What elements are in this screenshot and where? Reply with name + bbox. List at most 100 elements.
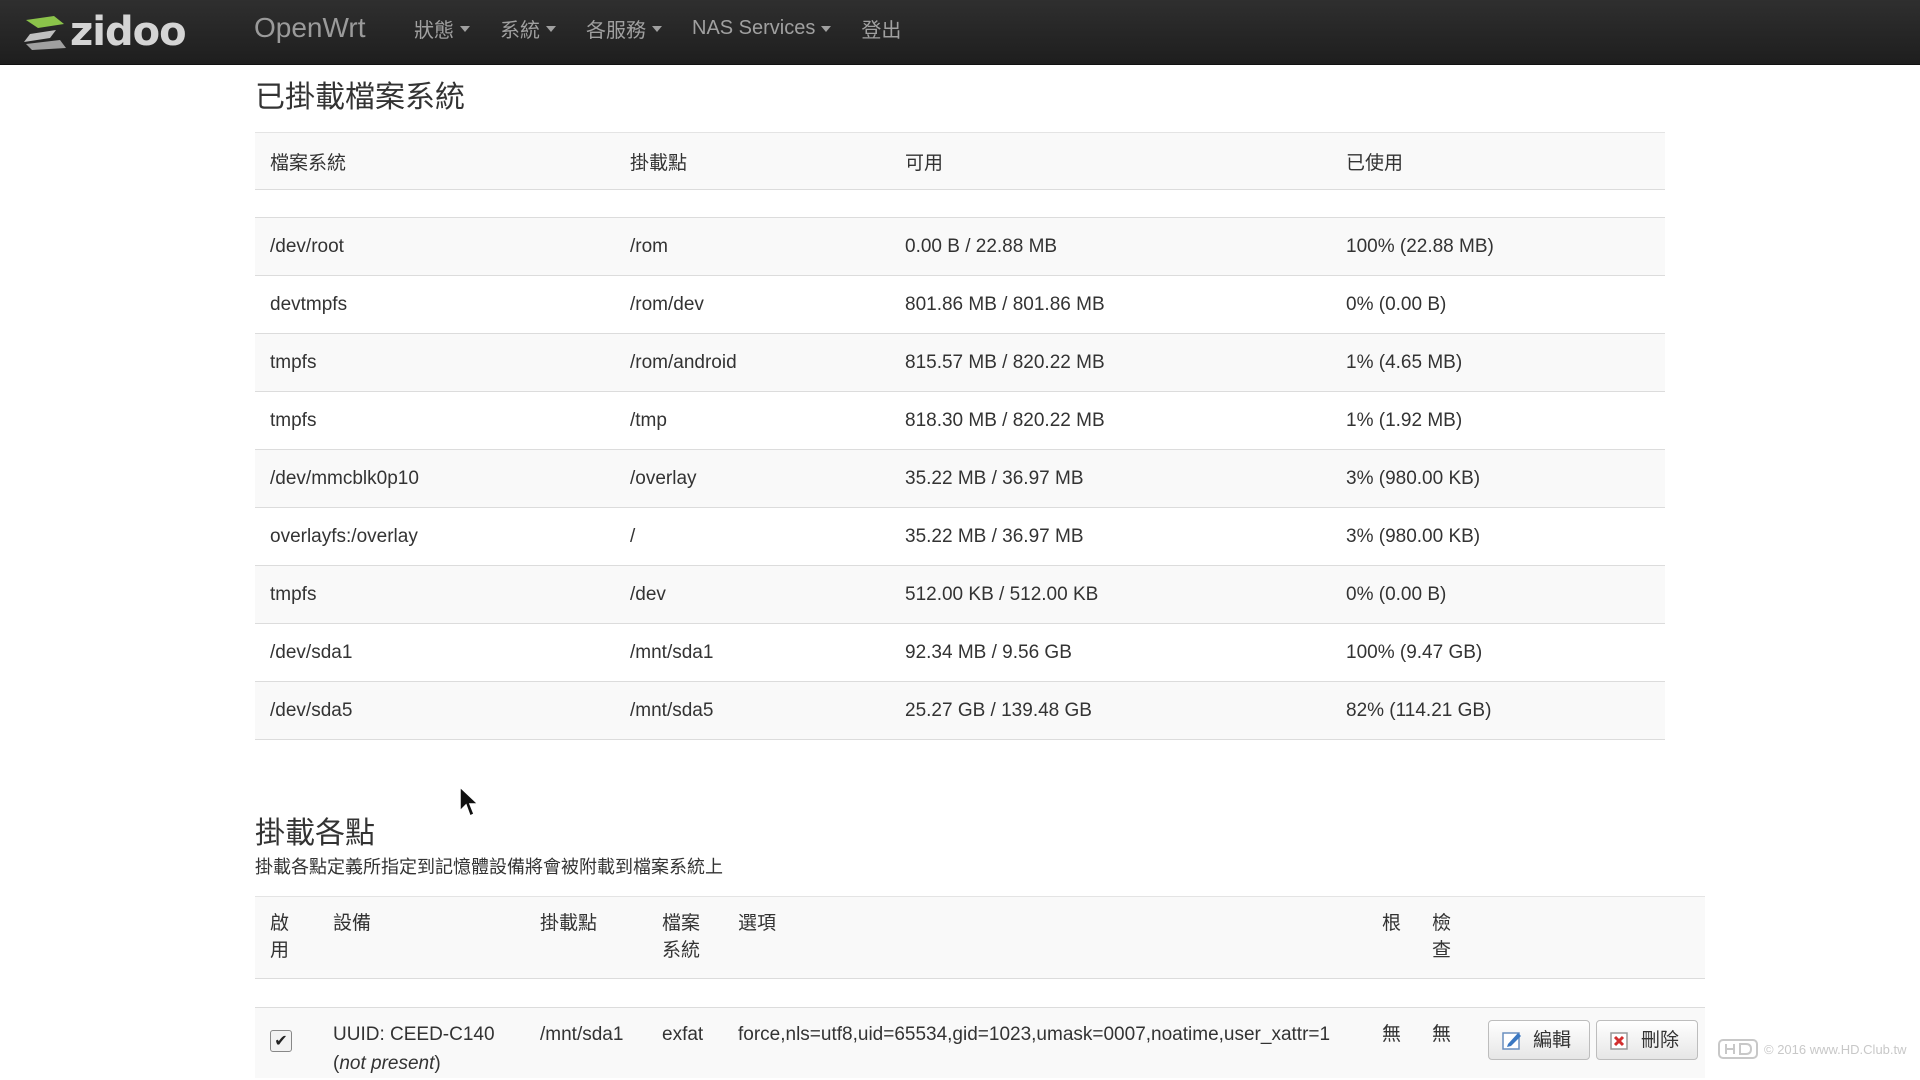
cell-filesystem: tmpfs bbox=[255, 391, 615, 450]
table-row: tmpfs/tmp 818.30 MB / 820.22 MB 1% (1.92 M… bbox=[255, 391, 1665, 450]
brand-name[interactable]: OpenWrt bbox=[254, 0, 366, 56]
cell-used: 3% (980.00 KB) bbox=[1331, 507, 1665, 566]
device-status-note: not present bbox=[339, 1053, 435, 1074]
cell-available: 35.22 MB / 36.97 MB bbox=[890, 507, 1331, 566]
main-menu: 狀態 系統 各服務 NAS Services 登出 bbox=[414, 0, 931, 56]
table-spacer bbox=[255, 978, 1705, 1008]
col-device: 設備 bbox=[318, 896, 525, 979]
cell-check: 無 bbox=[1417, 1007, 1468, 1078]
cell-mountpoint: /mnt/sda1 bbox=[615, 623, 890, 682]
cell-available: 35.22 MB / 36.97 MB bbox=[890, 449, 1331, 508]
edit-button[interactable]: 編輯 bbox=[1488, 1020, 1591, 1060]
cell-used: 0% (0.00 B) bbox=[1331, 565, 1665, 624]
zidoo-logo-icon bbox=[24, 16, 66, 50]
table-row: /dev/sda1/mnt/sda1 92.34 MB / 9.56 GB 100%… bbox=[255, 623, 1665, 682]
cell-filesystem: exfat bbox=[647, 1007, 723, 1078]
cell-mountpoint: / bbox=[615, 507, 890, 566]
table-row: /dev/sda5/mnt/sda5 25.27 GB / 139.48 GB 82… bbox=[255, 681, 1665, 740]
cell-mountpoint: /overlay bbox=[615, 449, 890, 508]
enable-checkbox[interactable]: ✔ bbox=[270, 1030, 292, 1052]
col-mountpoint: 掛載點 bbox=[525, 896, 647, 979]
menu-nas-services-label: NAS Services bbox=[692, 16, 816, 39]
cell-mountpoint: /rom/dev bbox=[615, 275, 890, 334]
cell-filesystem: /dev/sda1 bbox=[255, 623, 615, 682]
delete-icon bbox=[1610, 1032, 1628, 1050]
table-spacer bbox=[255, 189, 1665, 218]
cell-available: 512.00 KB / 512.00 KB bbox=[890, 565, 1331, 624]
col-filesystem: 檔案系統 bbox=[647, 896, 723, 979]
table-header-row: 檔案系統 掛載點 可用 已使用 bbox=[255, 132, 1665, 190]
device-uuid: UUID: CEED-C140 bbox=[333, 1024, 495, 1045]
table-row: ✔ UUID: CEED-C140 (not present) /mnt/sda1… bbox=[255, 1007, 1705, 1078]
menu-logout-label: 登出 bbox=[861, 19, 902, 42]
cell-filesystem: /dev/sda5 bbox=[255, 681, 615, 740]
menu-logout[interactable]: 登出 bbox=[861, 14, 901, 43]
cell-available: 818.30 MB / 820.22 MB bbox=[890, 391, 1331, 450]
col-enable: 啟用 bbox=[255, 896, 318, 979]
logo-text: zidoo bbox=[70, 9, 187, 55]
table-header-row: 啟用 設備 掛載點 檔案 系統 選項 根 檢查 bbox=[255, 896, 1705, 979]
table-row: tmpfs/rom/android 815.57 MB / 820.22 MB 1%… bbox=[255, 333, 1665, 392]
cell-available: 92.34 MB / 9.56 GB bbox=[890, 623, 1331, 682]
watermark: © 2016 www.HD.Club.tw bbox=[1718, 1038, 1907, 1060]
cell-available: 25.27 GB / 139.48 GB bbox=[890, 681, 1331, 740]
cell-options: force,nls=utf8,uid=65534,gid=1023,umask=… bbox=[723, 1007, 1367, 1078]
col-root: 根 bbox=[1367, 896, 1417, 979]
col-used: 已使用 bbox=[1331, 132, 1665, 190]
col-check: 檢查 bbox=[1417, 896, 1468, 979]
cell-used: 1% (4.65 MB) bbox=[1331, 333, 1665, 392]
edit-icon bbox=[1502, 1032, 1521, 1050]
col-available: 可用 bbox=[890, 132, 1331, 190]
edit-button-label: 編輯 bbox=[1533, 1029, 1572, 1051]
table-row: /dev/root/rom 0.00 B / 22.88 MB 100% (22.8… bbox=[255, 217, 1665, 276]
cell-used: 0% (0.00 B) bbox=[1331, 275, 1665, 334]
col-enable-line1: 啟 bbox=[270, 913, 290, 934]
cell-root: 無 bbox=[1367, 1007, 1417, 1078]
mouse-cursor-icon bbox=[459, 785, 480, 818]
col-mountpoint: 掛載點 bbox=[615, 132, 890, 190]
mount-points-description: 掛載各點定義所指定到記憶體設備將會被附載到檔案系統上 bbox=[255, 857, 723, 877]
col-options: 選項 bbox=[723, 896, 1367, 979]
cell-used: 1% (1.92 MB) bbox=[1331, 391, 1665, 450]
cell-mountpoint: /rom bbox=[615, 217, 890, 276]
mount-points-table: 啟用 設備 掛載點 檔案 系統 選項 根 檢查 ✔ UUID: CEED-C140… bbox=[255, 896, 1705, 1078]
col-check-line1: 檢 bbox=[1432, 913, 1452, 934]
cell-filesystem: tmpfs bbox=[255, 565, 615, 624]
zidoo-logo[interactable]: zidoo bbox=[20, 6, 187, 58]
menu-system[interactable]: 系統 bbox=[500, 14, 556, 43]
hd-club-logo-icon bbox=[1718, 1039, 1758, 1059]
cell-used: 82% (114.21 GB) bbox=[1331, 681, 1665, 740]
col-filesystem-line1: 檔案 bbox=[662, 913, 701, 934]
cell-mountpoint: /mnt/sda1 bbox=[525, 1007, 647, 1078]
col-filesystem: 檔案系統 bbox=[255, 132, 615, 190]
cell-available: 801.86 MB / 801.86 MB bbox=[890, 275, 1331, 334]
chevron-down-icon bbox=[652, 26, 662, 32]
menu-services[interactable]: 各服務 bbox=[586, 14, 662, 43]
table-row: overlayfs:/overlay/35.22 MB / 36.97 MB 3%… bbox=[255, 507, 1665, 566]
cell-mountpoint: /tmp bbox=[615, 391, 890, 450]
watermark-text: © 2016 www.HD.Club.tw bbox=[1764, 1041, 1907, 1057]
cell-available: 0.00 B / 22.88 MB bbox=[890, 217, 1331, 276]
delete-button[interactable]: 刪除 bbox=[1596, 1020, 1699, 1060]
cell-filesystem: tmpfs bbox=[255, 333, 615, 392]
menu-status-label: 狀態 bbox=[414, 19, 454, 42]
top-navbar: zidoo OpenWrt 狀態 系統 各服務 NAS Services 登出 bbox=[0, 0, 1920, 65]
mounted-filesystems-table: 檔案系統 掛載點 可用 已使用 /dev/root/rom 0.00 B / 22… bbox=[255, 132, 1665, 740]
cell-mountpoint: /mnt/sda5 bbox=[615, 681, 890, 740]
col-actions bbox=[1468, 896, 1705, 979]
table-row: tmpfs/dev 512.00 KB / 512.00 KB 0% (0.00 B… bbox=[255, 565, 1665, 624]
delete-button-label: 刪除 bbox=[1641, 1029, 1680, 1051]
cell-mountpoint: /rom/android bbox=[615, 333, 890, 392]
cell-used: 100% (22.88 MB) bbox=[1331, 217, 1665, 276]
cell-device: UUID: CEED-C140 (not present) bbox=[318, 1007, 525, 1078]
menu-services-label: 各服務 bbox=[586, 19, 646, 42]
cell-filesystem: devtmpfs bbox=[255, 275, 615, 334]
menu-status[interactable]: 狀態 bbox=[414, 14, 470, 43]
chevron-down-icon bbox=[821, 26, 832, 32]
cell-used: 3% (980.00 KB) bbox=[1331, 449, 1665, 508]
menu-nas-services[interactable]: NAS Services bbox=[692, 16, 832, 40]
chevron-down-icon bbox=[460, 26, 470, 32]
cell-filesystem: /dev/root bbox=[255, 217, 615, 276]
col-check-line2: 查 bbox=[1432, 940, 1452, 961]
cell-filesystem: /dev/mmcblk0p10 bbox=[255, 449, 615, 508]
